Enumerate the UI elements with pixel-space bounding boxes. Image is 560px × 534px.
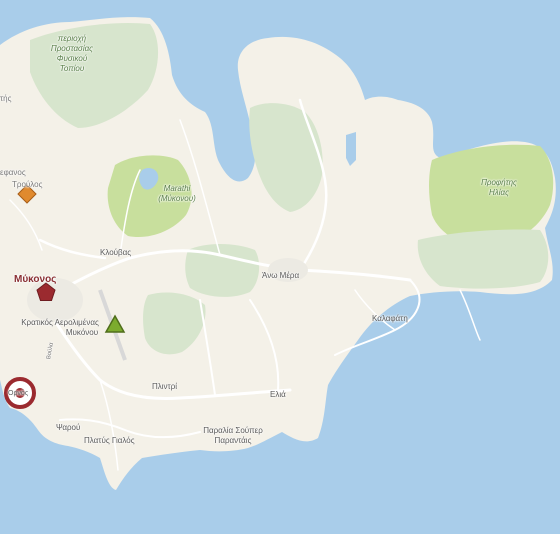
label-trullos: Τρούλος <box>12 180 43 189</box>
park-east-lower <box>417 229 549 289</box>
label-psarou: Ψαρού <box>56 423 81 432</box>
label-ktis: τής <box>0 94 12 103</box>
mykonos-town-marker[interactable] <box>36 282 56 302</box>
lake-east <box>346 132 356 166</box>
label-ornos: Ορνός <box>8 390 29 397</box>
label-kalafati: Καλαφάτη <box>372 314 408 323</box>
label-platis-gialos: Πλατύς Γιαλός <box>84 436 135 445</box>
label-elia: Ελιά <box>270 390 286 399</box>
label-marathi: Marathi (Μύκονου) <box>158 184 196 203</box>
label-mykonos: Μύκονος <box>14 274 57 285</box>
label-airport: Κρατικός Αερολιμένας Μυκόνου <box>21 318 99 337</box>
label-klouvas: Κλούβας <box>100 248 132 257</box>
label-profitis-ilias: Προφήτης Ηλίας <box>481 178 517 197</box>
label-protected-area: περιοχή Προστασίας Φυσικού Τοπίου <box>50 34 94 73</box>
map-canvas[interactable] <box>0 0 560 534</box>
label-ano-mera: Άνω Μέρα <box>262 271 300 280</box>
label-stefanos: εφανος <box>0 168 26 177</box>
label-plintri: Πλιντρί <box>152 382 178 391</box>
label-paralia-super: Παραλία Σούπερ Παραντάις <box>203 426 263 445</box>
